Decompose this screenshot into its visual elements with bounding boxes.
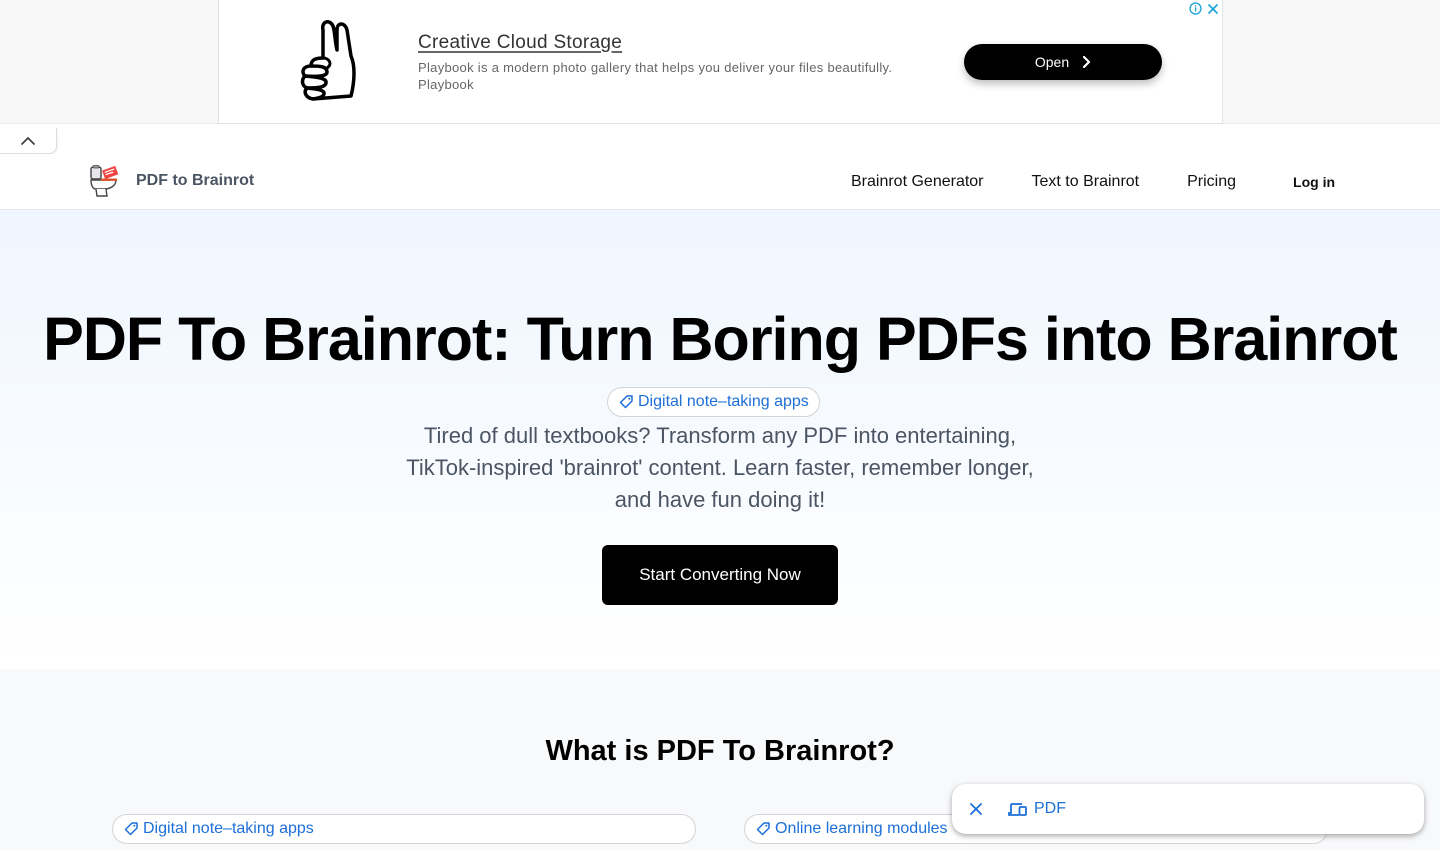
pdf-button-label: PDF bbox=[1034, 800, 1066, 817]
nav-links: Brainrot Generator Text to Brainrot Pric… bbox=[851, 154, 1335, 210]
hero-subtitle: Tired of dull textbooks? Transform any P… bbox=[370, 420, 1070, 516]
pdf-button[interactable]: PDF bbox=[1008, 800, 1066, 818]
ad-description-text: Playbook is a modern photo gallery that … bbox=[418, 60, 893, 75]
feature-tag-label: Digital note–taking apps bbox=[143, 820, 314, 837]
devices-icon bbox=[1008, 803, 1027, 816]
hero-section: PDF To Brainrot: Turn Boring PDFs into B… bbox=[0, 210, 1440, 669]
hero-tag[interactable]: Digital note–taking apps bbox=[607, 387, 820, 417]
start-converting-button[interactable]: Start Converting Now bbox=[602, 545, 838, 605]
tag-icon bbox=[619, 395, 633, 409]
hero-tag-label: Digital note–taking apps bbox=[638, 393, 809, 410]
hero-subtitle-line: Tired of dull textbooks? Transform any P… bbox=[423, 423, 1017, 448]
chevron-up-icon bbox=[21, 136, 35, 145]
ad-open-label: Open bbox=[1034, 54, 1070, 70]
nav-link-text-to-brainrot[interactable]: Text to Brainrot bbox=[1032, 173, 1140, 191]
close-icon[interactable] bbox=[968, 801, 984, 817]
chevron-right-icon bbox=[1083, 56, 1091, 68]
toilet-logo-icon bbox=[90, 165, 119, 197]
ad-description: Playbook is a modern photo gallery that … bbox=[418, 59, 938, 93]
pdf-floating-bar: PDF bbox=[952, 784, 1424, 834]
ad-open-button[interactable]: Open bbox=[964, 44, 1162, 80]
thumbs-up-icon bbox=[300, 20, 356, 101]
brand-home-link[interactable]: PDF to Brainrot bbox=[88, 164, 254, 198]
tag-icon bbox=[756, 822, 770, 836]
feature-tag[interactable]: Digital note–taking apps bbox=[112, 814, 696, 844]
hero-title: PDF To Brainrot: Turn Boring PDFs into B… bbox=[43, 305, 1398, 373]
ad-title-link[interactable]: Creative Cloud Storage bbox=[418, 32, 622, 54]
ad-advertiser: Playbook bbox=[418, 77, 474, 92]
hero-subtitle-line: and have fun doing it! bbox=[614, 487, 826, 512]
ad-collapse-button[interactable] bbox=[0, 128, 57, 154]
login-button[interactable]: Log in bbox=[1293, 174, 1335, 190]
tag-icon bbox=[124, 822, 138, 836]
nav-link-pricing[interactable]: Pricing bbox=[1187, 173, 1236, 191]
brand-name: PDF to Brainrot bbox=[136, 172, 255, 189]
feature-tag-label: Online learning modules bbox=[775, 820, 948, 837]
ad-banner[interactable]: Creative Cloud Storage Playbook is a mod… bbox=[218, 0, 1223, 124]
nav-link-brainrot-generator[interactable]: Brainrot Generator bbox=[851, 173, 984, 191]
close-icon[interactable] bbox=[1205, 1, 1220, 16]
ad-banner-area: Creative Cloud Storage Playbook is a mod… bbox=[0, 0, 1440, 124]
what-is-title: What is PDF To Brainrot? bbox=[545, 735, 895, 767]
navbar: PDF to Brainrot Brainrot Generator Text … bbox=[0, 154, 1440, 210]
hero-subtitle-line: TikTok-inspired 'brainrot' content. Lear… bbox=[406, 455, 1034, 480]
info-icon[interactable] bbox=[1188, 1, 1203, 16]
